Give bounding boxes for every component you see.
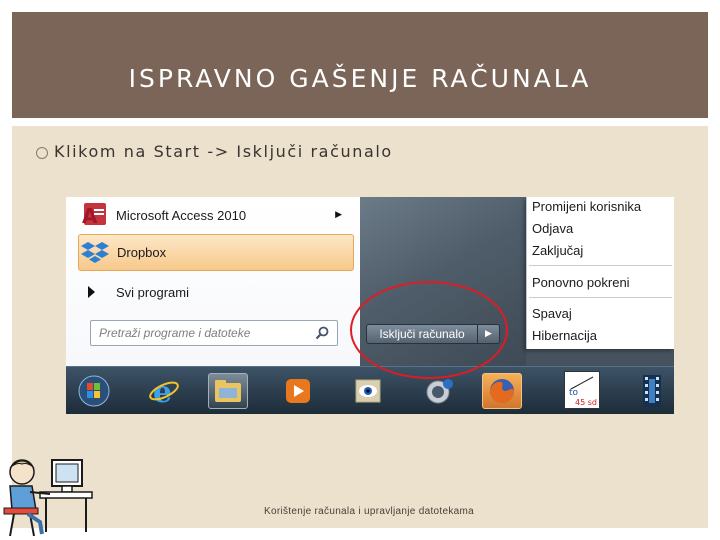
svg-text:e: e	[153, 375, 172, 407]
person-at-computer-icon	[3, 459, 93, 537]
submenu-separator	[529, 265, 672, 266]
submenu-arrow-icon: ▶	[335, 210, 342, 220]
bullet-point: Klikom na Start -> Isključi računalo	[36, 142, 393, 161]
menu-item-label: Dropbox	[117, 245, 167, 260]
submenu-sleep[interactable]: Spavaj	[532, 306, 572, 321]
film-strip-icon[interactable]	[632, 373, 672, 409]
windows-start-orb-icon[interactable]	[74, 373, 114, 409]
menu-item-dropbox[interactable]: Dropbox	[78, 234, 354, 271]
bullet-text: Klikom na Start -> Isključi računalo	[54, 142, 393, 161]
search-input[interactable]: Pretraži programe i datoteke	[90, 320, 338, 346]
access-icon: A	[78, 201, 110, 229]
slide-footer: Korištenje računala i upravljanje datote…	[264, 506, 474, 517]
submenu-hibernate[interactable]: Hibernacija	[532, 328, 597, 343]
menu-item-all-programs[interactable]: Svi programi	[78, 274, 354, 310]
menu-item-label: Microsoft Access 2010	[116, 207, 247, 223]
slide-title: ISPRAVNO GAŠENJE RAČUNALA	[128, 64, 592, 93]
file-explorer-icon[interactable]	[208, 373, 248, 409]
photo-viewer-icon[interactable]	[348, 373, 388, 409]
bullet-circle-icon	[36, 146, 48, 159]
media-player-icon[interactable]	[278, 373, 318, 409]
submenu-lock[interactable]: Zaključaj	[532, 243, 583, 258]
title-bar: ISPRAVNO GAŠENJE RAČUNALA	[12, 12, 708, 118]
submenu-separator	[529, 297, 672, 298]
submenu-restart[interactable]: Ponovno pokreni	[532, 275, 630, 290]
menu-item-access[interactable]: A Microsoft Access 2010 ▶	[78, 197, 354, 233]
notepad-icon[interactable]: to 45 sd	[564, 371, 600, 409]
notepad-text-line: to	[569, 388, 579, 398]
triangle-right-icon	[78, 278, 110, 306]
internet-explorer-icon[interactable]: e	[144, 373, 184, 409]
submenu-switch-user[interactable]: Promijeni korisnika	[532, 199, 641, 214]
shutdown-submenu: Promijeni korisnika Odjava Zaključaj Pon…	[526, 197, 674, 349]
firefox-icon[interactable]	[482, 373, 522, 409]
dropbox-icon	[79, 239, 111, 267]
search-placeholder: Pretraži programe i datoteke	[99, 326, 251, 340]
search-icon[interactable]	[315, 326, 329, 340]
start-menu-programs-panel: A Microsoft Access 2010 ▶ Dropbox Svi pr…	[66, 197, 360, 366]
menu-item-label: Svi programi	[116, 284, 189, 300]
notepad-text-line: 45 sd	[575, 398, 597, 407]
taskbar: e to 45 sd	[66, 366, 674, 414]
highlight-ring	[350, 281, 508, 379]
svg-text:A: A	[82, 204, 98, 228]
submenu-log-off[interactable]: Odjava	[532, 221, 573, 236]
